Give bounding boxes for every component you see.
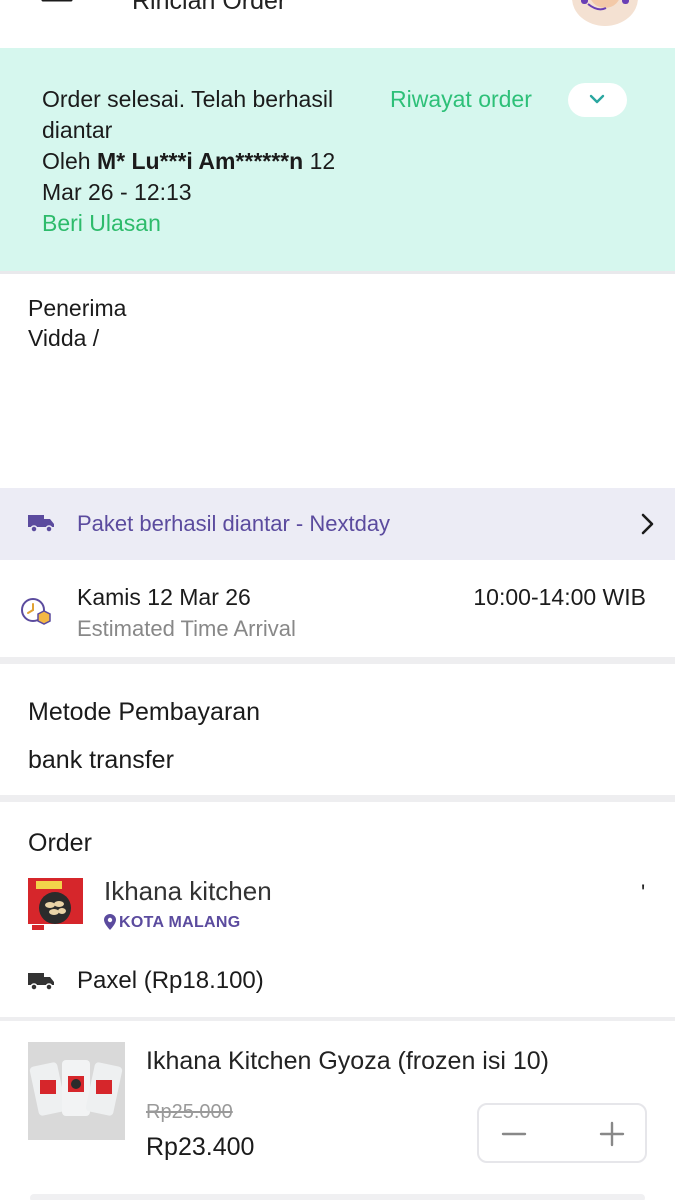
product-item: Ikhana Kitchen Gyoza (frozen isi 10) Rp2…	[0, 1021, 675, 1200]
arrow-left-icon[interactable]	[40, 0, 74, 14]
eta-section: Kamis 12 Mar 26 Estimated Time Arrival 1…	[0, 560, 675, 664]
recipient-section: Penerima Vidda /	[0, 277, 675, 488]
store-logo[interactable]	[28, 878, 83, 931]
page-title: Rincian Order	[132, 0, 287, 15]
shipping-method: Paxel (Rp18.100)	[77, 967, 264, 994]
next-item-edge	[30, 1194, 645, 1200]
store-name[interactable]: Ikhana kitchen	[104, 875, 272, 907]
store-extra-mark: '	[641, 880, 646, 905]
courier-name: M* Lu***i Am******n	[96, 148, 304, 174]
support-avatar[interactable]	[572, 0, 638, 26]
map-pin-icon	[104, 914, 116, 930]
recipient-name: Vidda /	[28, 325, 100, 351]
product-final-price: Rp23.400	[146, 1133, 255, 1161]
product-name[interactable]: Ikhana Kitchen Gyoza (frozen isi 10)	[146, 1045, 549, 1077]
order-history-label[interactable]: Riwayat order	[390, 84, 532, 114]
eta-label: Estimated Time Arrival	[77, 616, 296, 641]
recipient-label: Penerima	[28, 295, 127, 321]
truck-icon	[28, 973, 54, 991]
eta-time-window: 10:00-14:00 WIB	[473, 584, 646, 610]
plus-icon[interactable]	[599, 1121, 625, 1147]
status-by-prefix: Oleh	[42, 148, 91, 174]
truck-icon	[28, 515, 54, 533]
status-message: Order selesai. Telah berhasil diantar	[42, 86, 334, 143]
eta-date: Kamis 12 Mar 26	[77, 584, 251, 610]
app-header: Rincian Order	[0, 0, 675, 48]
clock-box-icon	[21, 598, 51, 625]
payment-section: Metode Pembayaran bank transfer	[0, 671, 675, 802]
order-history-toggle[interactable]	[568, 83, 627, 117]
order-label: Order	[28, 829, 92, 857]
write-review-link[interactable]: Beri Ulasan	[42, 208, 161, 238]
store-location-text: KOTA MALANG	[119, 914, 241, 931]
payment-method-label: Metode Pembayaran	[28, 698, 261, 726]
product-image[interactable]	[28, 1042, 125, 1140]
minus-icon[interactable]	[501, 1123, 527, 1145]
chevron-down-icon	[589, 94, 605, 104]
product-original-price: Rp25.000	[146, 1101, 233, 1123]
chevron-right-icon	[641, 513, 654, 535]
order-section: Order Ikhana kitchen KOTA MALANG ' Paxel…	[0, 809, 675, 1021]
store-location: KOTA MALANG	[104, 913, 241, 933]
delivery-status-text: Paket berhasil diantar - Nextday	[77, 511, 391, 536]
delivery-status-bar[interactable]: Paket berhasil diantar - Nextday	[0, 488, 675, 560]
order-status-text: Order selesai. Telah berhasil diantar Ol…	[42, 84, 372, 208]
order-status-banner: Order selesai. Telah berhasil diantar Ol…	[0, 48, 675, 274]
payment-method-value: bank transfer	[28, 746, 174, 774]
quantity-stepper	[477, 1103, 647, 1163]
